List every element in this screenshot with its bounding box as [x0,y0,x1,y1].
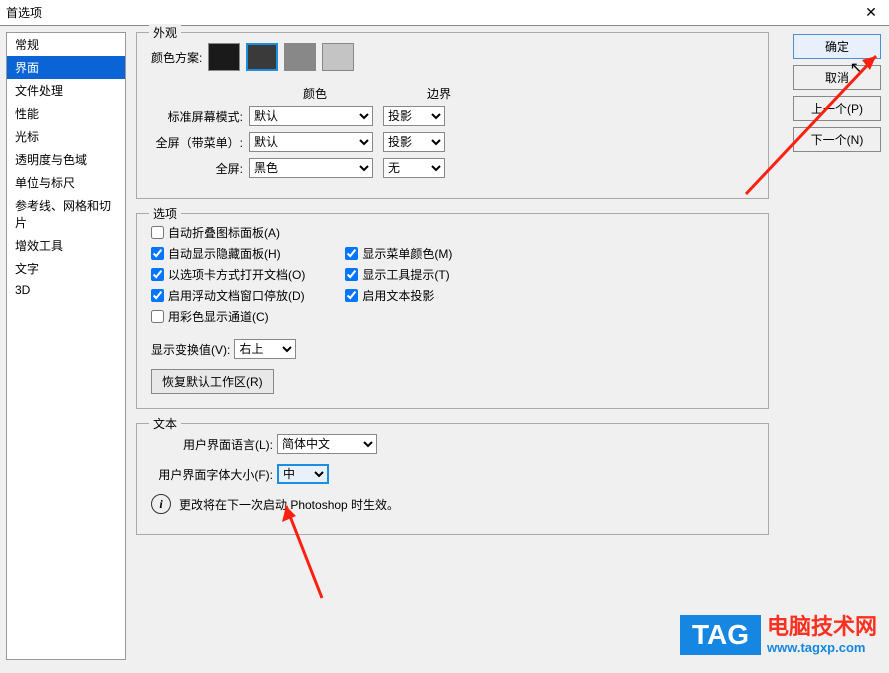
transform-row: 显示变换值(V): 右上 [151,339,754,359]
text-fieldset: 文本 用户界面语言(L): 简体中文 用户界面字体大小(F): 中 i 更改将在… [136,423,769,535]
watermark-text: 电脑技术网 www.tagxp.com [767,614,877,656]
check-autoshow[interactable]: 自动显示隐藏面板(H) [151,245,305,262]
watermark: TAG 电脑技术网 www.tagxp.com [680,614,877,656]
sidebar: 常规 界面 文件处理 性能 光标 透明度与色域 单位与标尺 参考线、网格和切片 … [6,32,126,660]
appearance-legend: 外观 [149,24,181,41]
reset-workspace-button[interactable]: 恢复默认工作区(R) [151,369,274,394]
checkbox-area: 自动折叠图标面板(A) 自动显示隐藏面板(H) 以选项卡方式打开文档(O) 启用… [151,224,754,329]
size-select[interactable]: 中 [277,464,329,484]
checkbox-col-right: 显示菜单颜色(M) 显示工具提示(T) 启用文本投影 [345,245,452,329]
sidebar-item-performance[interactable]: 性能 [7,102,125,125]
sidebar-item-units[interactable]: 单位与标尺 [7,171,125,194]
check-textdrop[interactable]: 启用文本投影 [345,287,452,304]
text-legend: 文本 [149,415,181,432]
sidebar-item-guides[interactable]: 参考线、网格和切片 [7,194,125,234]
col-color: 颜色 [303,85,327,102]
row-fullmenu-label: 全屏（带菜单）: [151,134,249,151]
watermark-t1: 电脑技术网 [767,614,877,640]
row-full-label: 全屏: [151,160,249,177]
row-fullmenu: 全屏（带菜单）: 默认 投影 [151,132,754,152]
lang-row: 用户界面语言(L): 简体中文 [151,434,754,454]
cancel-button[interactable]: 取消 [793,65,881,90]
check-menucolor[interactable]: 显示菜单颜色(M) [345,245,452,262]
row-standard-border[interactable]: 投影 [383,106,445,126]
row-standard-label: 标准屏幕模式: [151,108,249,125]
checkbox-col-left: 自动折叠图标面板(A) 自动显示隐藏面板(H) 以选项卡方式打开文档(O) 启用… [151,224,305,329]
row-standard: 标准屏幕模式: 默认 投影 [151,106,754,126]
sidebar-item-general[interactable]: 常规 [7,33,125,56]
row-full-color[interactable]: 黑色 [249,158,373,178]
row-full-border[interactable]: 无 [383,158,445,178]
sidebar-item-cursor[interactable]: 光标 [7,125,125,148]
swatch-medium[interactable] [284,43,316,71]
button-column: 确定 取消 上一个(P) 下一个(N) ↖ [793,34,881,152]
row-standard-color[interactable]: 默认 [249,106,373,126]
check-tooltips[interactable]: 显示工具提示(T) [345,266,452,283]
row-fullmenu-border[interactable]: 投影 [383,132,445,152]
titlebar: 首选项 ✕ [0,0,889,26]
swatch-light[interactable] [322,43,354,71]
check-floatdock[interactable]: 启用浮动文档窗口停放(D) [151,287,305,304]
size-row: 用户界面字体大小(F): 中 [151,464,754,484]
watermark-t2: www.tagxp.com [767,640,877,656]
size-label: 用户界面字体大小(F): [151,466,277,483]
watermark-tag: TAG [680,615,761,655]
window-title: 首选项 [6,4,42,21]
prev-button[interactable]: 上一个(P) [793,96,881,121]
next-button[interactable]: 下一个(N) [793,127,881,152]
grid-header: 颜色 边界 [151,85,754,102]
lang-label: 用户界面语言(L): [151,436,277,453]
content-area: 确定 取消 上一个(P) 下一个(N) ↖ 外观 颜色方案: 颜色 边界 标准屏… [126,26,889,666]
options-fieldset: 选项 自动折叠图标面板(A) 自动显示隐藏面板(H) 以选项卡方式打开文档(O)… [136,213,769,409]
ok-button[interactable]: 确定 [793,34,881,59]
row-fullmenu-color[interactable]: 默认 [249,132,373,152]
sidebar-item-interface[interactable]: 界面 [7,56,125,79]
check-tabs[interactable]: 以选项卡方式打开文档(O) [151,266,305,283]
sidebar-item-plugins[interactable]: 增效工具 [7,234,125,257]
check-autocollapse[interactable]: 自动折叠图标面板(A) [151,224,305,241]
sidebar-item-filehandling[interactable]: 文件处理 [7,79,125,102]
info-text: 更改将在下一次启动 Photoshop 时生效。 [179,496,399,513]
info-row: i 更改将在下一次启动 Photoshop 时生效。 [151,494,754,514]
appearance-fieldset: 外观 颜色方案: 颜色 边界 标准屏幕模式: 默认 投影 全屏（带菜单）: 默认… [136,32,769,199]
info-icon: i [151,494,171,514]
sidebar-item-type[interactable]: 文字 [7,257,125,280]
row-full: 全屏: 黑色 无 [151,158,754,178]
col-border: 边界 [427,85,451,102]
options-legend: 选项 [149,205,181,222]
check-colorchannel[interactable]: 用彩色显示通道(C) [151,308,305,325]
close-button[interactable]: ✕ [859,3,883,23]
sidebar-item-transparency[interactable]: 透明度与色域 [7,148,125,171]
swatch-darkest[interactable] [208,43,240,71]
transform-label: 显示变换值(V): [151,341,230,358]
color-scheme-row: 颜色方案: [151,43,754,71]
transform-select[interactable]: 右上 [234,339,296,359]
swatch-dark[interactable] [246,43,278,71]
color-scheme-label: 颜色方案: [151,49,202,66]
main-area: 常规 界面 文件处理 性能 光标 透明度与色域 单位与标尺 参考线、网格和切片 … [0,26,889,666]
lang-select[interactable]: 简体中文 [277,434,377,454]
sidebar-item-3d[interactable]: 3D [7,280,125,300]
